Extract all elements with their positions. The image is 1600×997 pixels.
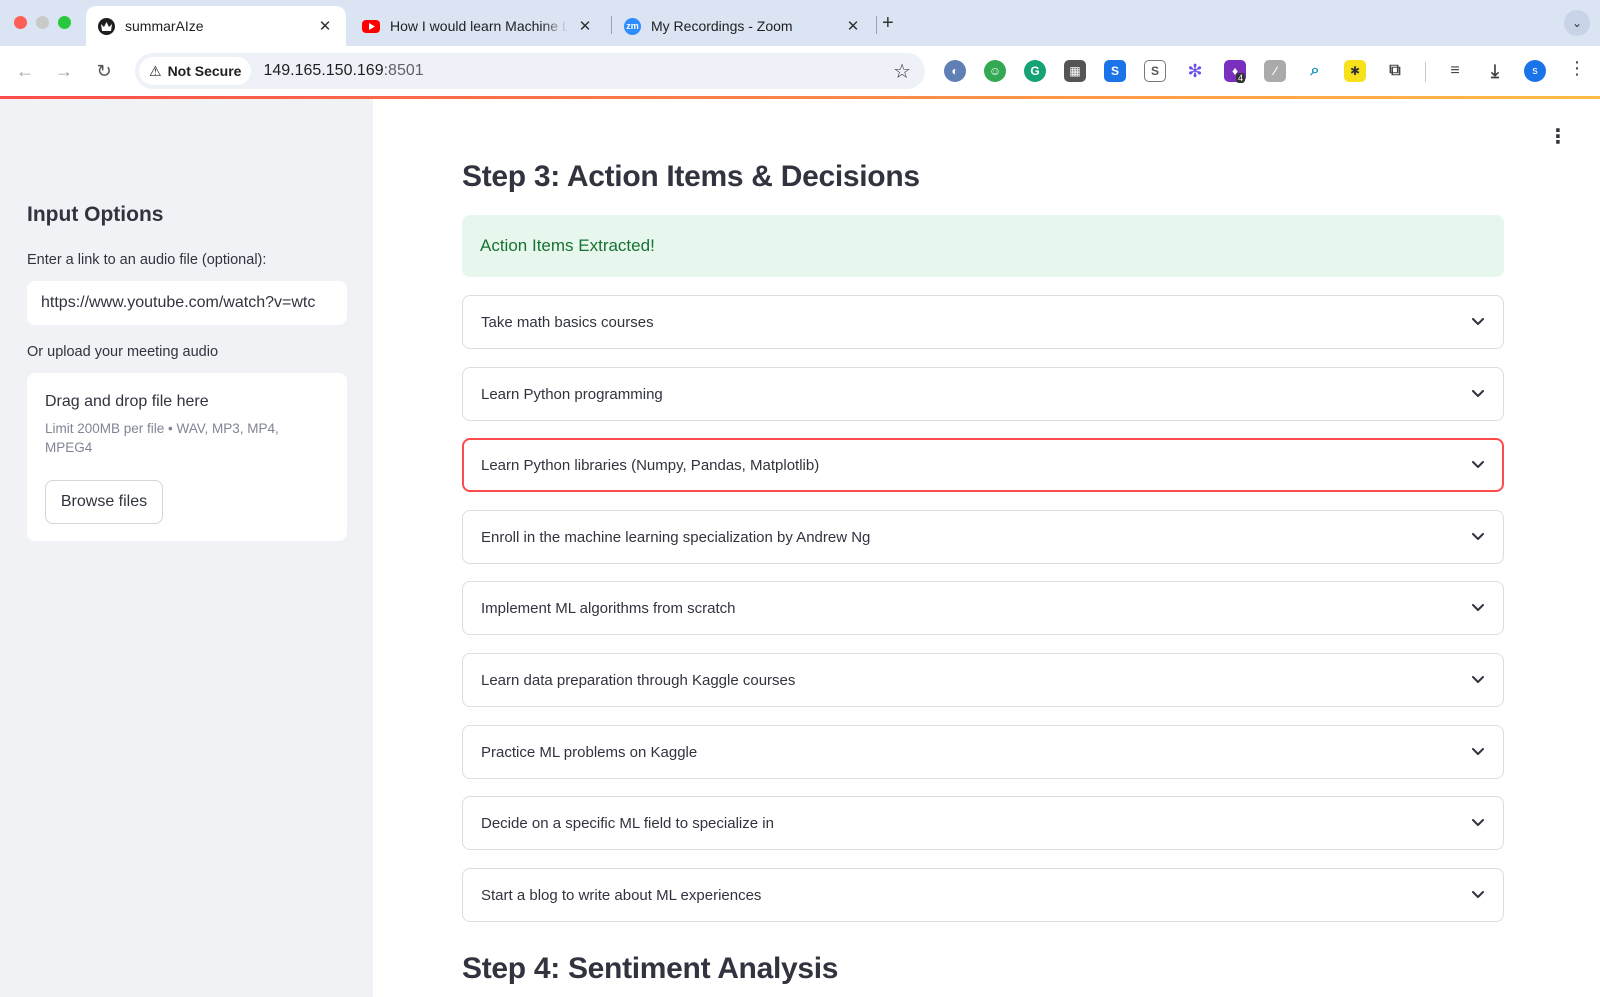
tab-title: My Recordings - Zoom [651, 18, 793, 34]
browser-menu-icon[interactable]: ⋮ [1568, 58, 1586, 79]
sidebar: Input Options Enter a link to an audio f… [0, 99, 373, 997]
extension-1-icon[interactable]: ◐ [944, 60, 966, 82]
reload-icon[interactable]: ↻ [91, 58, 117, 84]
extension-robot-icon[interactable]: ☺ [984, 60, 1006, 82]
url-port: :8501 [383, 62, 424, 79]
app-menu-icon[interactable]: ⋮ [1548, 124, 1568, 149]
security-label: Not Secure [167, 63, 242, 79]
action-item-label: Practice ML problems on Kaggle [481, 743, 698, 761]
bookmark-star-icon[interactable]: ☆ [893, 59, 911, 84]
file-dropzone[interactable]: Drag and drop file here Limit 200MB per … [27, 373, 347, 541]
media-controls-icon[interactable]: ≡ [1444, 60, 1466, 82]
action-item-expander[interactable]: Implement ML algorithms from scratch [462, 581, 1504, 635]
step4-heading: Step 4: Sentiment Analysis [462, 952, 839, 985]
extension-star-icon[interactable]: ✱ [1344, 60, 1366, 82]
url-host: 149.165.150.169 [263, 62, 384, 79]
close-tab-icon[interactable]: ✕ [316, 17, 334, 35]
youtube-favicon-icon [362, 19, 380, 33]
tab-summaraize[interactable]: summarAIze ✕ [86, 6, 346, 46]
step3-heading: Step 3: Action Items & Decisions [462, 160, 920, 193]
action-item-label: Take math basics courses [481, 313, 654, 331]
action-item-label: Decide on a specific ML field to special… [481, 814, 774, 832]
close-tab-icon[interactable]: ✕ [844, 17, 862, 35]
extension-4-icon[interactable]: ▦ [1064, 60, 1086, 82]
action-item-expander[interactable]: Practice ML problems on Kaggle [462, 725, 1504, 779]
grammarly-icon[interactable]: G [1024, 60, 1046, 82]
address-bar[interactable]: ⚠ Not Secure 149.165.150.169:8501 ☆ [135, 53, 925, 89]
warning-triangle-icon: ⚠ [149, 62, 162, 79]
dropzone-title: Drag and drop file here [45, 393, 209, 410]
crown-favicon-icon [98, 17, 115, 35]
chevron-down-icon[interactable] [1471, 530, 1485, 544]
browser-tab-strip: summarAIze ✕ How I would learn Machine L… [0, 0, 1600, 46]
chevron-down-icon[interactable] [1471, 387, 1485, 401]
dropzone-limit: Limit 200MB per file • WAV, MP3, MP4, MP… [45, 421, 279, 455]
profile-avatar[interactable]: s [1524, 60, 1546, 82]
chevron-down-icon[interactable] [1471, 315, 1485, 329]
browser-toolbar: ← → ↻ ⚠ Not Secure 149.165.150.169:8501 … [0, 46, 1600, 96]
success-alert: Action Items Extracted! [462, 215, 1504, 277]
chevron-down-icon[interactable] [1471, 458, 1485, 472]
zoom-favicon-icon: zm [624, 17, 641, 35]
action-item-label: Learn data preparation through Kaggle co… [481, 671, 796, 689]
maximize-window-button[interactable] [58, 16, 71, 29]
chevron-down-icon[interactable] [1471, 673, 1485, 687]
close-window-button[interactable] [14, 16, 27, 29]
back-arrow-icon[interactable]: ← [12, 58, 38, 84]
chevron-down-icon[interactable] [1471, 745, 1485, 759]
extension-bolt-icon[interactable]: S [1104, 60, 1126, 82]
extension-asterisk-icon[interactable]: ✻ [1184, 60, 1206, 82]
url-text[interactable]: 149.165.150.169:8501 [263, 62, 423, 80]
action-item-expander[interactable]: Learn Python libraries (Numpy, Pandas, M… [462, 438, 1504, 492]
action-item-expander[interactable]: Learn Python programming [462, 367, 1504, 421]
browse-files-button[interactable]: Browse files [45, 480, 163, 524]
action-item-label: Start a blog to write about ML experienc… [481, 886, 762, 904]
tab-youtube[interactable]: How I would learn Machine Le ✕ [350, 6, 606, 46]
action-item-label: Enroll in the machine learning specializ… [481, 528, 871, 546]
sidebar-heading: Input Options [27, 203, 164, 226]
upload-label: Or upload your meeting audio [27, 344, 219, 360]
extension-s-icon[interactable]: S [1144, 60, 1166, 82]
extensions-puzzle-icon[interactable]: ⧉ [1384, 60, 1406, 82]
audio-link-input[interactable]: https://www.youtube.com/watch?v=wtc [27, 281, 347, 325]
close-tab-icon[interactable]: ✕ [576, 17, 594, 35]
chevron-down-icon[interactable] [1471, 816, 1485, 830]
minimize-window-button[interactable] [36, 16, 49, 29]
downloads-icon[interactable]: ⤓ [1484, 60, 1506, 82]
action-item-expander[interactable]: Learn data preparation through Kaggle co… [462, 653, 1504, 707]
extension-magnifier-icon[interactable]: ⌕ [1304, 60, 1326, 82]
action-item-label: Learn Python programming [481, 385, 663, 403]
tab-title: How I would learn Machine Le [390, 18, 568, 34]
chevron-down-icon[interactable] [1471, 601, 1485, 615]
link-input-label: Enter a link to an audio file (optional)… [27, 252, 267, 268]
action-item-label: Learn Python libraries (Numpy, Pandas, M… [481, 456, 820, 474]
toolbar-separator [1425, 62, 1426, 82]
extension-badge-count: 4 [1236, 73, 1246, 83]
tab-title: summarAIze [125, 18, 204, 34]
action-item-expander[interactable]: Decide on a specific ML field to special… [462, 796, 1504, 850]
security-chip[interactable]: ⚠ Not Secure [139, 57, 252, 85]
extension-pen-icon[interactable]: ∕ [1264, 60, 1286, 82]
action-item-expander[interactable]: Enroll in the machine learning specializ… [462, 510, 1504, 564]
tab-separator [876, 16, 877, 34]
tab-zoom[interactable]: zm My Recordings - Zoom ✕ [612, 6, 874, 46]
chevron-down-icon[interactable] [1471, 888, 1485, 902]
action-item-expander[interactable]: Start a blog to write about ML experienc… [462, 868, 1504, 922]
forward-arrow-icon[interactable]: → [51, 58, 77, 84]
tab-search-chevron-icon[interactable]: ⌄ [1564, 10, 1590, 36]
action-item-label: Implement ML algorithms from scratch [481, 599, 736, 617]
new-tab-icon[interactable]: + [882, 12, 894, 35]
action-item-expander[interactable]: Take math basics courses [462, 295, 1504, 349]
